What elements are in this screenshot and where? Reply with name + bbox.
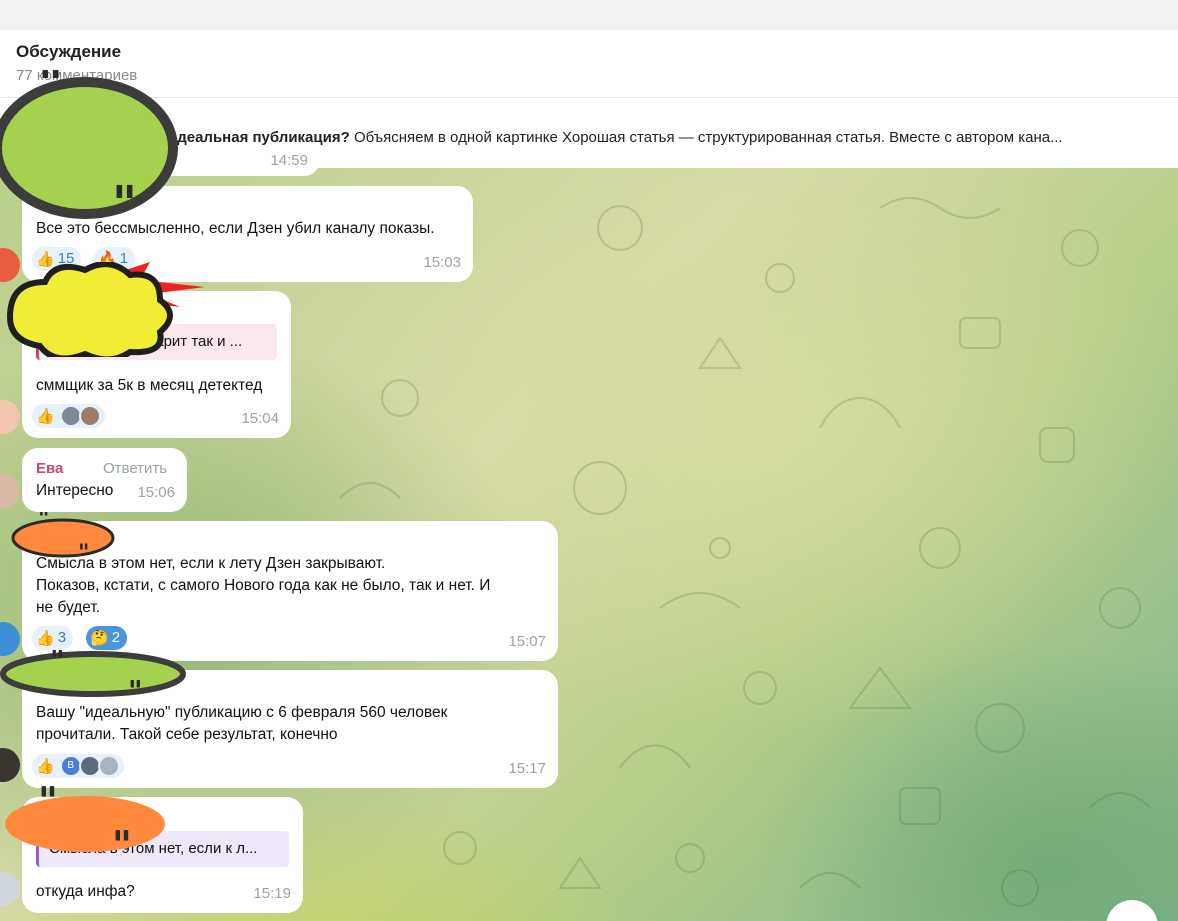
thumbs-up-icon: 👍 [36,629,55,647]
reaction-thumbs-up[interactable]: 👍 3 [32,626,74,650]
reactor-avatar [78,405,101,427]
message-text: Смысла в этом нет, если к лету Дзен закр… [36,553,490,619]
message-text: откуда инфа? [36,883,135,900]
pinned-post-text: идеальная публикация? Объясняем в одной … [168,129,1168,146]
redaction-blob-yellow [6,262,205,357]
svg-text:": " [38,786,58,823]
pinned-post-title: идеальная публикация? [168,129,350,146]
thumbs-up-icon: 👍 [36,407,55,425]
redaction-blob-green: " " [0,70,178,220]
message-line: не будет. [36,599,101,616]
message-time: 14:59 [270,152,308,169]
svg-text:": " [112,823,132,858]
svg-text:": " [78,541,89,560]
svg-text:": " [50,648,65,677]
message-author[interactable]: Ева [36,458,63,480]
thumbs-up-icon: 👍 [36,757,55,775]
reaction-thumbs-up[interactable]: 👍 [32,404,105,428]
message-time: 15:04 [241,410,279,427]
message-bubble[interactable]: Ева Ответить Интересно 15:06 [22,448,187,512]
message-text: Интересно [36,482,114,499]
message-text: сммщик за 5к в месяц детектед [36,377,263,394]
redaction-blob-green-small: " " [0,648,186,700]
message-time: 15:17 [508,760,546,777]
redaction-blob-orange: " " [11,512,115,560]
message-line: Вашу "идеальную" публикацию с 6 февраля … [36,704,448,721]
message-time: 15:19 [253,885,291,902]
message-text: Все это бессмысленно, если Дзен убил кан… [36,220,435,237]
svg-text:": " [38,512,49,532]
reaction-count: 3 [57,629,67,646]
reaction-thinking[interactable]: 🤔 2 [86,626,128,650]
svg-text:": " [112,176,137,220]
svg-text:": " [128,674,143,700]
reaction-thumbs-up[interactable]: 👍 В [32,754,124,778]
reply-button[interactable]: Ответить [103,458,167,480]
thinking-face-icon: 🤔 [90,629,109,647]
top-strip [0,0,1178,30]
reactor-avatar [97,755,120,777]
message-time: 15:07 [508,633,546,650]
redaction-blob-orange-large: " " [5,786,165,858]
svg-text:": " [38,70,63,112]
reaction-count: 2 [111,629,121,646]
message-time: 15:06 [137,484,175,501]
page-title: Обсуждение [16,42,122,61]
pinned-post-body: Объясняем в одной картинке Хорошая стать… [353,129,1063,146]
message-time: 15:03 [423,254,461,271]
message-line: прочитали. Такой себе результат, конечно [36,726,338,743]
message-text: Вашу "идеальную" публикацию с 6 февраля … [36,702,447,746]
message-line: Показов, кстати, с самого Нового года ка… [36,577,491,594]
